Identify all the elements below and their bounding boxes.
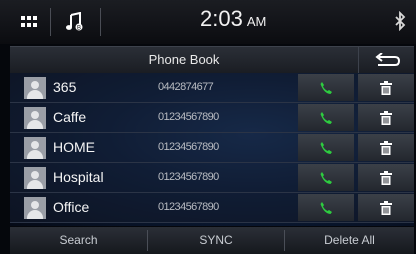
trash-icon bbox=[380, 110, 392, 125]
phone-icon bbox=[320, 141, 332, 154]
contact-name: 365 bbox=[53, 79, 77, 95]
status-divider bbox=[50, 8, 51, 36]
back-arrow-icon bbox=[375, 53, 401, 66]
list-item[interactable]: 365 0442874677 bbox=[10, 73, 414, 103]
contact-number: 0442874677 bbox=[158, 81, 214, 93]
phone-icon bbox=[320, 111, 332, 124]
call-button[interactable] bbox=[298, 134, 354, 161]
person-icon bbox=[24, 167, 46, 189]
trash-icon bbox=[380, 140, 392, 155]
sync-button[interactable]: SYNC bbox=[148, 227, 284, 254]
call-button[interactable] bbox=[298, 74, 354, 101]
phone-icon bbox=[320, 81, 332, 94]
contact-list[interactable]: 365 0442874677 Caffe 01234567890 HOME 01… bbox=[10, 73, 414, 226]
person-icon bbox=[24, 137, 46, 159]
contact-name: HOME bbox=[53, 139, 95, 155]
bottom-toolbar: Search SYNC Delete All bbox=[10, 227, 414, 254]
person-icon bbox=[24, 197, 46, 219]
clock: 2:03 AM bbox=[200, 6, 266, 38]
bluetooth-icon bbox=[394, 10, 406, 36]
trash-icon bbox=[380, 170, 392, 185]
delete-button[interactable] bbox=[358, 164, 414, 191]
list-item[interactable]: Hospital 01234567890 bbox=[10, 163, 414, 193]
svg-text:B: B bbox=[77, 25, 81, 31]
person-icon bbox=[24, 77, 46, 99]
delete-button[interactable] bbox=[358, 194, 414, 221]
contact-number: 01234567890 bbox=[158, 141, 219, 153]
call-button[interactable] bbox=[298, 104, 354, 131]
list-item[interactable]: Caffe 01234567890 bbox=[10, 103, 414, 133]
delete-all-button[interactable]: Delete All bbox=[285, 227, 414, 254]
search-button[interactable]: Search bbox=[10, 227, 147, 254]
phone-book-header: Phone Book bbox=[10, 46, 414, 73]
status-bar: B 2:03 AM bbox=[0, 0, 416, 44]
contact-number: 01234567890 bbox=[158, 111, 219, 123]
phone-icon bbox=[320, 171, 332, 184]
contact-name: Caffe bbox=[53, 109, 87, 125]
call-button[interactable] bbox=[298, 164, 354, 191]
contact-name: Hospital bbox=[53, 169, 104, 185]
delete-button[interactable] bbox=[358, 74, 414, 101]
back-button[interactable] bbox=[358, 47, 415, 73]
person-icon bbox=[24, 107, 46, 129]
trash-icon bbox=[380, 200, 392, 215]
trash-icon bbox=[380, 80, 392, 95]
call-button[interactable] bbox=[298, 194, 354, 221]
page-title: Phone Book bbox=[148, 52, 220, 67]
list-item[interactable]: Office 01234567890 bbox=[10, 193, 414, 223]
contact-name: Office bbox=[53, 199, 90, 215]
contact-number: 01234567890 bbox=[158, 171, 219, 183]
grid-icon[interactable] bbox=[14, 8, 44, 36]
delete-button[interactable] bbox=[358, 104, 414, 131]
phone-icon bbox=[320, 201, 332, 214]
clock-ampm: AM bbox=[246, 14, 267, 29]
clock-time: 2:03 bbox=[200, 6, 243, 31]
music-note-icon[interactable]: B bbox=[60, 8, 90, 36]
delete-button[interactable] bbox=[358, 134, 414, 161]
status-divider bbox=[100, 8, 101, 36]
contact-number: 01234567890 bbox=[158, 201, 219, 213]
list-item[interactable]: HOME 01234567890 bbox=[10, 133, 414, 163]
